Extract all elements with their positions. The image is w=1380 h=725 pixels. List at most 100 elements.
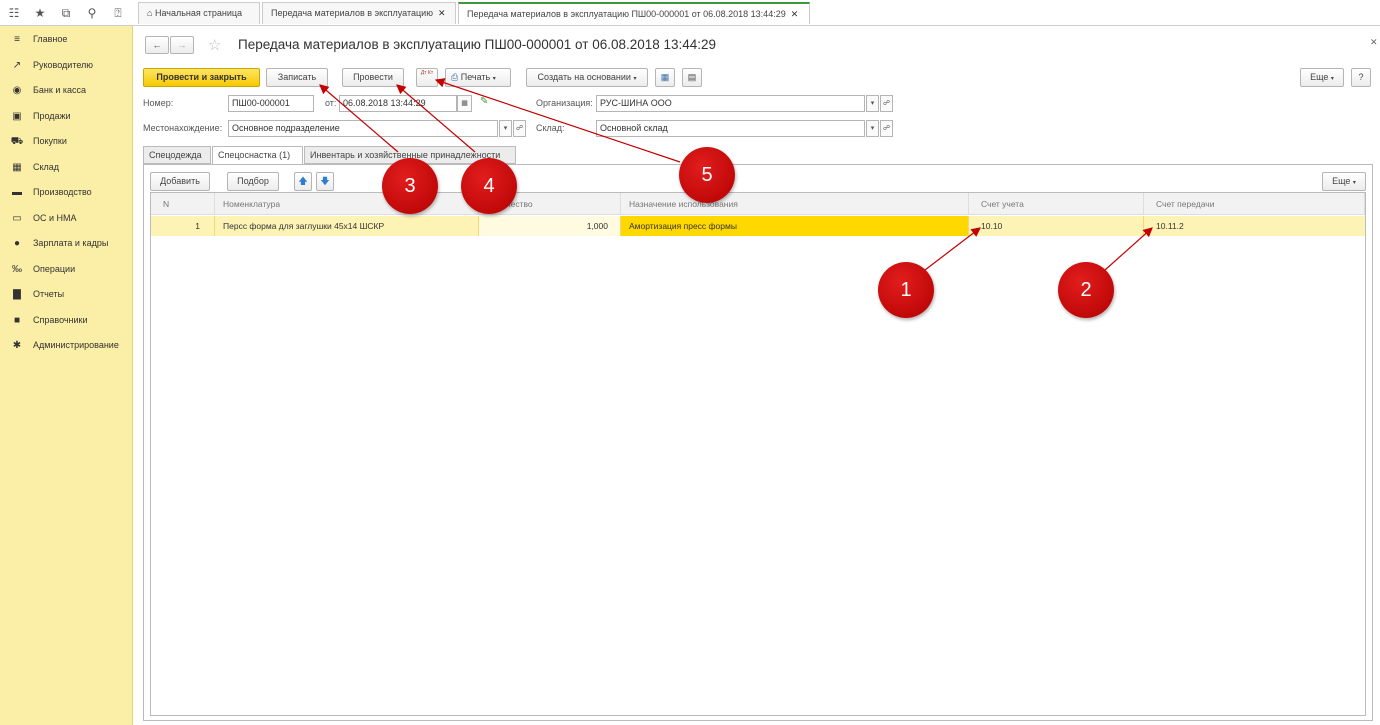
create-based-label: Создать на основании <box>537 72 631 82</box>
column-header-account[interactable]: Счет учета <box>969 193 1144 215</box>
apps-grid-icon[interactable]: ☷ <box>6 5 22 21</box>
transfer-account-cell[interactable]: 10.11.2 <box>1144 216 1365 236</box>
document-icon: ▤ <box>687 72 697 82</box>
number-input[interactable]: ПШ00-000001 <box>228 95 314 112</box>
operations-icon: ‰ <box>12 263 22 275</box>
sidebar-item[interactable]: ✱ Администрирование <box>0 333 133 358</box>
print-label: Печать <box>460 72 491 82</box>
favorite-star-icon[interactable]: ☆ <box>208 36 221 54</box>
annotation-marker-4: 4 <box>461 158 517 214</box>
sidebar-item[interactable]: ● Зарплата и кадры <box>0 231 133 256</box>
annotation-marker-1: 1 <box>878 262 934 318</box>
table-more-button[interactable]: Еще ▾ <box>1322 172 1366 191</box>
move-down-button[interactable]: 🡇 <box>316 172 334 191</box>
forward-button[interactable]: → <box>170 36 194 54</box>
sidebar-item[interactable]: ↗ Руководителю <box>0 53 133 78</box>
history-icon[interactable]: ⧉ <box>58 5 74 21</box>
favorites-star-icon[interactable]: ★ <box>32 5 48 21</box>
calendar-icon: ▦ <box>461 100 468 107</box>
top-bar: ☷ ★ ⧉ ⚲ ⍰ ⌂ Начальная страница Передача … <box>0 0 1380 26</box>
sidebar-item-label: Продажи <box>33 110 71 121</box>
location-open-button[interactable]: ☍ <box>513 120 526 137</box>
sidebar-item[interactable]: ⛟ Покупки <box>0 129 133 154</box>
search-icon[interactable]: ⚲ <box>84 5 100 21</box>
organization-dropdown[interactable]: ▾ <box>866 95 879 112</box>
post-button[interactable]: Провести <box>342 68 404 87</box>
tab-document[interactable]: Передача материалов в эксплуатацию ПШ00-… <box>458 2 810 24</box>
column-header-transfer-account[interactable]: Счет передачи <box>1144 193 1365 215</box>
menu-icon: ≡ <box>14 34 20 45</box>
sidebar-item[interactable]: ▦ Склад <box>0 155 133 180</box>
column-header-n[interactable]: N <box>151 193 215 215</box>
warehouse-icon: ▦ <box>12 161 22 173</box>
warehouse-label: Склад: <box>536 123 565 133</box>
edit-number-icon[interactable]: ✎ <box>480 96 488 107</box>
sidebar-item[interactable]: ▇ Отчеты <box>0 282 133 307</box>
chevron-down-icon: ▾ <box>870 100 875 107</box>
purpose-cell[interactable]: Амортизация пресс формы <box>621 216 969 236</box>
pick-button[interactable]: Подбор <box>227 172 279 191</box>
date-input[interactable]: 06.08.2018 13:44:29 <box>339 95 457 112</box>
annotation-marker-3: 3 <box>382 158 438 214</box>
trend-icon: ↗ <box>12 59 22 71</box>
chevron-down-icon: ▾ <box>633 76 637 82</box>
sidebar-item[interactable]: ▭ ОС и НМА <box>0 206 133 231</box>
add-button[interactable]: Добавить <box>150 172 210 191</box>
calendar-button[interactable]: ▦ <box>457 95 472 112</box>
chart-icon: ▇ <box>13 289 21 300</box>
sidebar-item-label: Производство <box>33 187 92 197</box>
notifications-bell-icon[interactable]: ⍰ <box>110 5 126 21</box>
tab-spetsodezhda[interactable]: Спецодежда <box>143 146 211 164</box>
sidebar-item[interactable]: ‰ Операции <box>0 257 133 282</box>
sidebar-item-label: Справочники <box>33 314 88 325</box>
create-based-on-button[interactable]: Создать на основании ▾ <box>526 68 648 87</box>
nomenclature-cell[interactable]: Персс форма для заглушки 45х14 ШСКР <box>215 216 479 236</box>
warehouse-open-button[interactable]: ☍ <box>880 120 893 137</box>
sidebar-item[interactable]: ≡ Главное <box>0 27 133 52</box>
sidebar-item-label: Банк и касса <box>33 85 86 95</box>
tab-home[interactable]: ⌂ Начальная страница <box>138 2 260 24</box>
column-header-purpose[interactable]: Назначение использования <box>621 193 969 215</box>
more-button[interactable]: Еще ▾ <box>1300 68 1344 87</box>
structure-button[interactable]: ▦ <box>655 68 675 87</box>
bag-icon: ▣ <box>12 110 22 122</box>
organization-open-button[interactable]: ☍ <box>880 95 893 112</box>
row-number-cell[interactable]: 1 <box>151 216 215 236</box>
move-up-button[interactable]: 🡅 <box>294 172 312 191</box>
sidebar-item[interactable]: ▬ Производство <box>0 180 133 205</box>
post-and-close-button[interactable]: Провести и закрыть <box>143 68 260 87</box>
location-dropdown[interactable]: ▾ <box>499 120 512 137</box>
home-icon: ⌂ <box>147 8 153 18</box>
gear-icon: ✱ <box>12 340 22 351</box>
tab-spetsosnastka[interactable]: Спецоснастка (1) <box>212 146 303 165</box>
chevron-down-icon: ▾ <box>870 125 875 132</box>
close-window-icon[interactable]: ✕ <box>1370 37 1378 48</box>
account-cell[interactable]: 10.10 <box>969 216 1144 236</box>
tab-document-list[interactable]: Передача материалов в эксплуатацию ✕ <box>262 2 456 24</box>
report-button[interactable]: ▤ <box>682 68 702 87</box>
close-icon[interactable]: ✕ <box>438 8 446 18</box>
arrow-right-icon: → <box>177 40 187 50</box>
print-button[interactable]: ⎙ Печать ▾ <box>445 68 511 87</box>
sidebar-item[interactable]: ▣ Продажи <box>0 104 133 129</box>
warehouse-input[interactable]: Основной склад <box>596 120 865 137</box>
help-button[interactable]: ? <box>1351 68 1371 87</box>
date-label: от: <box>325 98 337 108</box>
sidebar-item[interactable]: ■ Справочники <box>0 308 133 333</box>
sidebar-item[interactable]: ◉ Банк и касса <box>0 78 133 103</box>
annotation-marker-2: 2 <box>1058 262 1114 318</box>
close-icon[interactable]: ✕ <box>791 9 799 19</box>
structure-icon: ▦ <box>660 72 670 82</box>
location-input[interactable]: Основное подразделение <box>228 120 498 137</box>
column-header-nomenclature[interactable]: Номенклатура <box>215 193 479 215</box>
quantity-cell[interactable]: 1,000 <box>479 216 621 236</box>
sidebar-item-label: ОС и НМА <box>33 212 77 223</box>
dt-kt-button[interactable]: Дт Кт <box>416 68 438 87</box>
organization-input[interactable]: РУС-ШИНА ООО <box>596 95 865 112</box>
person-icon: ● <box>13 238 21 249</box>
organization-label: Организация: <box>536 98 593 108</box>
more-label: Еще <box>1310 72 1329 82</box>
save-button[interactable]: Записать <box>266 68 328 87</box>
warehouse-dropdown[interactable]: ▾ <box>866 120 879 137</box>
back-button[interactable]: ← <box>145 36 169 54</box>
